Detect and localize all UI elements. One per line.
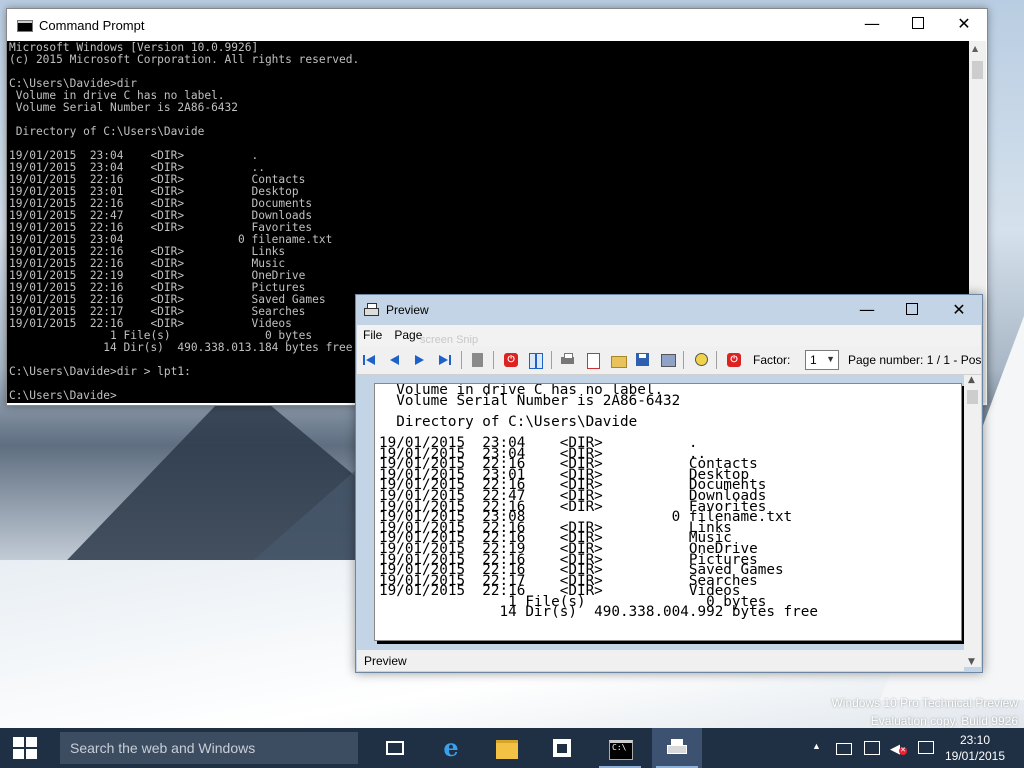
scroll-down-icon[interactable]: ▼ (968, 657, 975, 667)
store-icon (553, 739, 571, 757)
cmd-app-icon (17, 20, 33, 32)
first-page-icon[interactable] (362, 352, 378, 368)
toolbar-separator (551, 351, 552, 369)
taskbar: Search the web and Windows e C:\ ▲ ◀ ✕ 2… (0, 728, 1024, 768)
internet-explorer-button[interactable]: e (425, 728, 475, 768)
preview-scroll-thumb[interactable] (967, 390, 978, 404)
file-explorer-button[interactable] (481, 728, 531, 768)
previous-page-icon[interactable] (387, 352, 403, 368)
preview-titlebar[interactable]: Preview — ✕ (356, 295, 982, 325)
start-button[interactable] (0, 728, 50, 768)
internet-explorer-icon: e (443, 733, 459, 762)
cmd-close-button[interactable]: ✕ (941, 9, 987, 37)
chevron-up-icon: ▲ (812, 741, 821, 751)
scroll-up-icon[interactable]: ▲ (968, 375, 975, 385)
menu-file[interactable]: File (357, 325, 388, 345)
next-page-icon[interactable] (412, 352, 428, 368)
preview-window[interactable]: Preview — ✕ File Page ⏻ ⏻ Factor: 1 ▼ Pag… (355, 294, 983, 673)
cmd-scroll-thumb[interactable] (972, 61, 983, 79)
preview-statusbar: Preview (357, 650, 964, 671)
search-placeholder: Search the web and Windows (70, 740, 256, 756)
search-box[interactable]: Search the web and Windows (60, 732, 358, 764)
clock-time: 23:10 (959, 733, 991, 747)
preview-toolbar: ⏻ ⏻ Factor: 1 ▼ Page number: 1 / 1 - Pos (357, 346, 981, 375)
watermark-line-1: Windows 10 Pro Technical Preview (831, 696, 1018, 710)
preview-taskbar-button[interactable] (652, 728, 702, 768)
print-icon[interactable] (560, 352, 576, 368)
muted-x-icon: ✕ (899, 747, 907, 755)
printer-icon (364, 303, 379, 316)
preview-window-title: Preview (386, 303, 429, 317)
printer-icon (667, 739, 687, 757)
screen-snip-ghost-text: screen Snip (420, 334, 479, 346)
toolbar-separator (461, 351, 462, 369)
preview-status-text: Preview (364, 654, 407, 668)
page-icon[interactable] (470, 352, 486, 368)
close-icon: ✕ (952, 299, 966, 319)
cmd-minimize-button[interactable]: — (849, 9, 895, 37)
stop-icon[interactable]: ⏻ (503, 352, 519, 368)
cmd-titlebar[interactable]: Command Prompt — ✕ (7, 9, 987, 41)
minimize-icon: — (864, 13, 880, 33)
task-view-button[interactable] (371, 728, 421, 768)
zoom-icon[interactable] (693, 352, 709, 368)
tray-app-icon (836, 743, 852, 755)
clock-date: 19/01/2015 (944, 749, 1006, 763)
two-pages-icon[interactable] (528, 352, 544, 369)
toolbar-separator (716, 351, 717, 369)
preview-scrollbar[interactable]: ▲ ▼ (964, 375, 981, 667)
store-button[interactable] (537, 728, 587, 768)
factor-label: Factor: (753, 353, 791, 367)
windows-watermark: Windows 10 Pro Technical Preview Evaluat… (831, 694, 1018, 730)
preview-maximize-button[interactable] (889, 295, 935, 323)
close-icon: ✕ (957, 13, 971, 33)
maximize-icon (912, 17, 924, 29)
toolbar-separator (683, 351, 684, 369)
export-pdf-icon[interactable] (585, 352, 601, 369)
save-icon[interactable] (635, 352, 651, 368)
preview-close-button[interactable]: ✕ (936, 295, 982, 323)
preview-page: Volume in drive C has no label. Volume S… (374, 383, 962, 641)
notification-icon (918, 741, 934, 754)
task-view-icon (386, 741, 404, 755)
minimize-icon: — (859, 299, 875, 319)
command-prompt-taskbar-button[interactable]: C:\ (595, 728, 645, 768)
chevron-down-icon: ▼ (826, 354, 835, 364)
preview-minimize-button[interactable]: — (844, 295, 890, 323)
preview-page-text: Volume in drive C has no label. Volume S… (379, 383, 818, 621)
cmd-maximize-button[interactable] (895, 9, 941, 37)
factor-select[interactable]: 1 ▼ (805, 350, 839, 370)
network-icon (864, 741, 880, 755)
settings-icon[interactable] (660, 352, 676, 368)
last-page-icon[interactable] (437, 352, 453, 368)
windows-logo-icon (13, 737, 39, 759)
scroll-up-icon[interactable]: ▲ (972, 44, 978, 53)
cmd-window-title: Command Prompt (39, 18, 145, 33)
preview-document-area[interactable]: Volume in drive C has no label. Volume S… (357, 375, 964, 646)
factor-value: 1 (810, 353, 817, 367)
close-preview-icon[interactable]: ⏻ (726, 352, 742, 368)
maximize-icon (906, 303, 918, 315)
open-folder-icon[interactable] (610, 352, 627, 368)
taskbar-clock[interactable]: 23:10 19/01/2015 (942, 732, 1008, 764)
folder-icon (496, 740, 518, 759)
page-number-label: Page number: 1 / 1 - Pos (848, 353, 981, 367)
cmd-icon: C:\ (609, 740, 633, 760)
toolbar-separator (493, 351, 494, 369)
